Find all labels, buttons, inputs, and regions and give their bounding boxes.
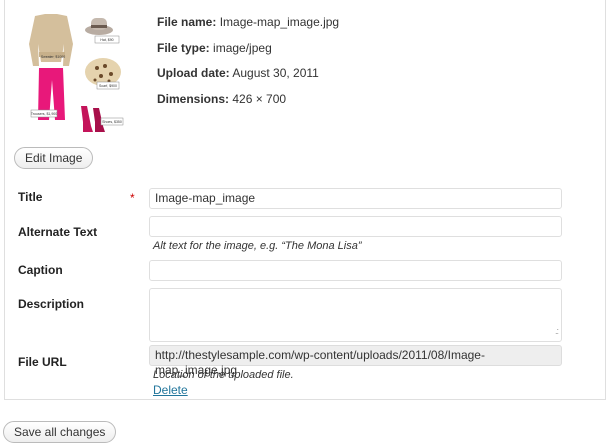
- file-url-help: Location of the uploaded file.: [153, 369, 294, 381]
- title-label: Title: [18, 190, 43, 204]
- description-label: Description: [18, 297, 85, 311]
- file-url-field[interactable]: http://thestylesample.com/wp-content/upl…: [149, 345, 562, 377]
- title-input[interactable]: Image-map_image: [149, 188, 562, 209]
- dimensions-value: 426 × 700: [232, 91, 287, 106]
- alt-text-input[interactable]: [149, 216, 562, 237]
- thumbnail-caption-trousers: Trousers, $1,900: [31, 112, 57, 116]
- image-thumbnail: Sweater, $1000 Hat, $90 Trousers, $1,900…: [17, 10, 133, 138]
- delete-link[interactable]: Delete: [153, 383, 188, 397]
- file-type-label: File type:: [157, 40, 210, 55]
- file-name-row: File name: Image-map_image.jpg: [157, 14, 577, 40]
- alt-text-help: Alt text for the image, e.g. “The Mona L…: [153, 240, 362, 252]
- thumbnail-caption-scarf: Scarf, $900: [99, 84, 117, 88]
- upload-date-label: Upload date:: [157, 66, 230, 80]
- alt-text-label: Alternate Text: [18, 225, 98, 239]
- required-marker: *: [130, 191, 135, 205]
- file-type-value: image/jpeg: [213, 40, 272, 55]
- upload-date-value: August 30, 2011: [232, 66, 319, 80]
- thumbnail-caption-shoes: Shoes, $350: [102, 120, 122, 124]
- thumbnail-caption-sweater: Sweater, $1000: [41, 55, 65, 59]
- file-metadata: File name: Image-map_image.jpg File type…: [157, 14, 577, 116]
- file-url-label: File URL: [18, 355, 67, 369]
- edit-image-button[interactable]: Edit Image: [14, 147, 94, 169]
- file-name-label: File name:: [157, 15, 217, 29]
- file-type-row: File type: image/jpeg: [157, 40, 577, 66]
- caption-label: Caption: [18, 263, 63, 277]
- description-textarea[interactable]: .:: [149, 288, 562, 342]
- media-item-panel: Sweater, $1000 Hat, $90 Trousers, $1,900…: [4, 0, 606, 400]
- thumbnail-caption-hat: Hat, $90: [100, 38, 113, 42]
- file-name-value: Image-map_image.jpg: [219, 15, 340, 29]
- resize-grip-icon[interactable]: .:: [555, 324, 559, 339]
- caption-input[interactable]: [149, 260, 562, 281]
- upload-date-row: Upload date: August 30, 2011: [157, 65, 577, 91]
- dimensions-row: Dimensions: 426 × 700: [157, 91, 577, 117]
- dimensions-label: Dimensions:: [157, 91, 230, 106]
- save-all-changes-button[interactable]: Save all changes: [3, 421, 117, 443]
